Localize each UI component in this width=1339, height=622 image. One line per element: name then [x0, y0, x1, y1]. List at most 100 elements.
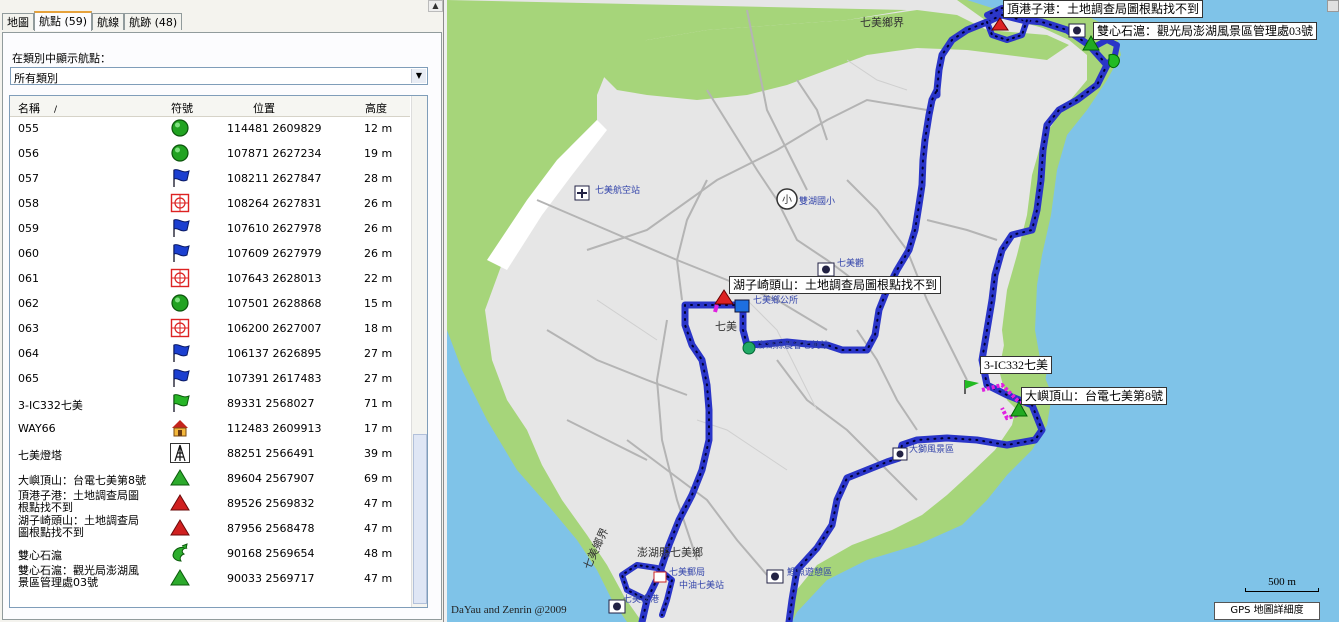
- tab-waypoints[interactable]: 航點 (59): [34, 11, 93, 31]
- map-label-dayu[interactable]: 大嶼頂山：台電七美第8號: [1021, 387, 1168, 405]
- house-icon: [170, 418, 190, 438]
- map-view[interactable]: 小 七美鄉界 七美航空站 雙湖國小 七美 七美鄉公所 澎湖縣農會七美站 七美觀 …: [447, 0, 1339, 622]
- waypoint-position: 108211 2627847: [227, 172, 322, 185]
- place-cpc[interactable]: 中油七美站: [679, 578, 724, 591]
- green-triangle-icon: [170, 468, 190, 488]
- place-airport[interactable]: 七美航空站: [595, 183, 640, 196]
- green-circle-icon: [170, 293, 190, 313]
- list-scrollbar[interactable]: [411, 96, 427, 607]
- map-corner: [1327, 0, 1339, 12]
- waypoint-position: 106137 2626895: [227, 347, 322, 360]
- map-copyright: DaYau and Zenrin @2009: [451, 604, 567, 616]
- waypoint-name: 063: [18, 322, 39, 335]
- sort-indicator-icon: /: [54, 105, 58, 115]
- red-crosshair-icon: [170, 318, 190, 338]
- scale-text: 500 m: [1268, 576, 1296, 588]
- waypoint-altitude: 26 m: [364, 197, 393, 210]
- waypoint-altitude: 18 m: [364, 322, 393, 335]
- waypoint-position: 107871 2627234: [227, 147, 322, 160]
- waypoint-name: 061: [18, 272, 39, 285]
- farmers-icon: [742, 341, 756, 355]
- waypoint-row[interactable]: 062 107501 2628868 15 m: [10, 291, 410, 316]
- waypoint-row[interactable]: 3-IC332七美 89331 2568027 71 m: [10, 391, 410, 416]
- map-label-dinggang[interactable]: 頂港子港：土地調查局圖根點找不到: [1003, 0, 1204, 18]
- waypoint-row[interactable]: 061 107643 2628013 22 m: [10, 266, 410, 291]
- column-symbol-header[interactable]: 符號: [171, 100, 193, 116]
- airport-icon: [574, 185, 590, 201]
- waypoint-name: 065: [18, 372, 39, 385]
- waypoint-name: 大嶼頂山：台電七美第8號: [18, 474, 146, 487]
- waypoint-name: 058: [18, 197, 39, 210]
- map-label-shuangxin[interactable]: 雙心石滬：觀光局澎湖風景區管理處03號: [1093, 22, 1318, 40]
- list-header: 名稱 / 符號 位置 高度: [10, 96, 410, 117]
- category-dropdown[interactable]: 所有類別 ▼: [10, 67, 428, 85]
- waypoint-name: 雙心石滬: [18, 549, 62, 562]
- waypoint-name: 湖子崎頭山：土地調查局 圖根點找不到: [18, 514, 139, 539]
- waypoint-row[interactable]: 058 108264 2627831 26 m: [10, 191, 410, 216]
- waypoint-altitude: 19 m: [364, 147, 393, 160]
- green-fish-icon: [1108, 53, 1120, 69]
- waypoint-row[interactable]: 雙心石滬 90168 2569654 48 m: [10, 541, 410, 566]
- place-qimei-view[interactable]: 七美觀: [837, 256, 864, 269]
- waypoint-row[interactable]: 063 106200 2627007 18 m: [10, 316, 410, 341]
- category-filter-label: 在類別中顯示航點：: [12, 52, 111, 65]
- waypoint-row[interactable]: 055 114481 2609829 12 m: [10, 116, 410, 141]
- collapse-arrow-icon[interactable]: ▲: [428, 0, 443, 12]
- waypoint-row[interactable]: 064 106137 2626895 27 m: [10, 341, 410, 366]
- waypoint-row[interactable]: 湖子崎頭山：土地調查局 圖根點找不到 87956 2568478 47 m: [10, 514, 410, 541]
- waypoint-row[interactable]: 頂港子港：土地調查局圖 根點找不到 89526 2569832 47 m: [10, 489, 410, 516]
- blue-flag-icon: [170, 218, 190, 238]
- waypoint-position: 112483 2609913: [227, 422, 322, 435]
- tab-map[interactable]: 地圖: [2, 13, 34, 30]
- place-harbor[interactable]: 七美漁港: [623, 592, 659, 605]
- chevron-down-icon[interactable]: ▼: [411, 69, 426, 83]
- waypoint-altitude: 12 m: [364, 122, 393, 135]
- waypoint-row[interactable]: 大嶼頂山：台電七美第8號 89604 2567907 69 m: [10, 466, 410, 491]
- waypoint-name: 057: [18, 172, 39, 185]
- place-dashi[interactable]: 大獅風景區: [909, 442, 954, 455]
- green-fish-icon: [170, 543, 190, 563]
- scrollbar-thumb[interactable]: [413, 434, 427, 604]
- scale-line: [1245, 588, 1319, 592]
- map-canvas: 小: [447, 0, 1121, 622]
- waypoint-name: 頂港子港：土地調查局圖 根點找不到: [18, 489, 139, 514]
- waypoint-altitude: 27 m: [364, 347, 393, 360]
- waypoint-row[interactable]: 雙心石滬：觀光局澎湖風 景區管理處03號 90033 2569717 47 m: [10, 565, 410, 591]
- place-school[interactable]: 雙湖國小: [799, 194, 835, 207]
- waypoint-altitude: 26 m: [364, 247, 393, 260]
- waypoint-altitude: 47 m: [364, 572, 393, 585]
- waypoint-name: 056: [18, 147, 39, 160]
- tab-tracks[interactable]: 航跡 (48): [124, 13, 183, 30]
- tab-routes[interactable]: 航線: [92, 13, 125, 30]
- waypoint-altitude: 71 m: [364, 397, 393, 410]
- map-label-huziqi[interactable]: 湖子崎頭山：土地調查局圖根點找不到: [729, 276, 942, 294]
- waypoint-list: 名稱 / 符號 位置 高度 055 114481 2609829 12 m 056 107…: [9, 95, 428, 608]
- column-position-header[interactable]: 位置: [253, 100, 275, 116]
- waypoint-row[interactable]: 059 107610 2627978 26 m: [10, 216, 410, 241]
- blue-flag-icon: [170, 343, 190, 363]
- waypoint-name: 064: [18, 347, 39, 360]
- waypoint-row[interactable]: 060 107609 2627979 26 m: [10, 241, 410, 266]
- waypoint-row[interactable]: 065 107391 2617483 27 m: [10, 366, 410, 391]
- place-township-office[interactable]: 七美鄉公所: [753, 293, 798, 306]
- waypoint-row[interactable]: 七美燈塔 88251 2566491 39 m: [10, 441, 410, 466]
- place-leisure[interactable]: 鯉魚遊憩區: [787, 565, 832, 578]
- place-post[interactable]: 七美郵局: [669, 565, 705, 578]
- waypoint-position: 88251 2566491: [227, 447, 315, 460]
- waypoint-altitude: 26 m: [364, 222, 393, 235]
- waypoint-row[interactable]: 057 108211 2627847 28 m: [10, 166, 410, 191]
- waypoint-altitude: 39 m: [364, 447, 393, 460]
- column-altitude-header[interactable]: 高度: [365, 100, 387, 116]
- school-icon: 小: [776, 188, 798, 210]
- waypoint-position: 107643 2628013: [227, 272, 322, 285]
- waypoint-panel: 地圖 航點 (59) 航線 航跡 (48) ▲ 在類別中顯示航點： 所有類別 ▼…: [0, 0, 444, 622]
- column-name-header[interactable]: 名稱 /: [18, 100, 57, 116]
- waypoint-row[interactable]: WAY66 112483 2609913 17 m: [10, 416, 410, 441]
- waypoint-name: 062: [18, 297, 39, 310]
- waypoint-position: 90168 2569654: [227, 547, 315, 560]
- place-farmers[interactable]: 澎湖縣農會七美站: [757, 338, 829, 351]
- waypoint-position: 107501 2628868: [227, 297, 322, 310]
- waypoint-row[interactable]: 056 107871 2627234 19 m: [10, 141, 410, 166]
- waypoint-name: 055: [18, 122, 39, 135]
- map-label-ic332[interactable]: 3-IC332七美: [980, 356, 1052, 374]
